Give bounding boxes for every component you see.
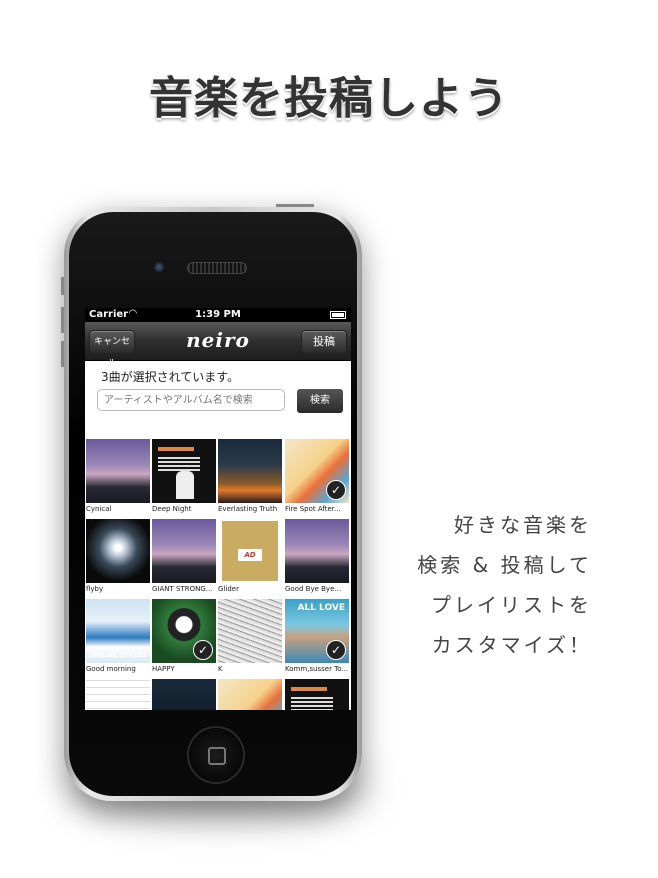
nav-bar: キャンセル neiro 投稿 (85, 322, 351, 369)
album-cell[interactable]: flyby (86, 519, 150, 596)
album-cell[interactable]: SPECIAL OTHERS Good morning (86, 599, 150, 676)
album-art (86, 519, 150, 583)
album-title: Cynical (86, 505, 112, 513)
album-art (218, 599, 282, 663)
album-cell[interactable] (218, 679, 282, 710)
post-button[interactable]: 投稿 (301, 330, 347, 354)
camera-icon (153, 261, 165, 273)
selection-count-text: 3曲が選択されています。 (101, 370, 240, 384)
tagline-line-2: 検索 & 投稿して (417, 553, 592, 577)
album-title: Glider (218, 585, 239, 593)
album-title: Everlasting Truth (218, 505, 278, 513)
album-art: SPECIAL OTHERS (86, 599, 150, 663)
phone-frame: Carrier ◠ 1:39 PM キャンセル neiro 投稿 3曲が選択され… (61, 204, 362, 801)
tagline-line-4: カスタマイズ！ (431, 633, 592, 657)
album-cell[interactable]: Cynical (86, 439, 150, 516)
album-art-text: AD (238, 549, 262, 561)
phone-face: Carrier ◠ 1:39 PM キャンセル neiro 投稿 3曲が選択され… (69, 212, 357, 796)
tagline: 好きな音楽を 検索 & 投稿して プレイリストを カスタマイズ！ (412, 505, 592, 665)
tagline-line-1: 好きな音楽を (454, 513, 592, 537)
checkmark-icon: ✓ (326, 640, 346, 660)
album-art (285, 679, 349, 710)
album-title: GIANT STRONG... (152, 585, 213, 593)
album-cell[interactable]: AD Glider (218, 519, 282, 596)
album-art (86, 679, 150, 710)
album-cell[interactable]: Deep Night (152, 439, 216, 516)
album-title: flyby (86, 585, 104, 593)
album-title: Good Bye Bye... (285, 585, 342, 593)
mute-switch (61, 277, 64, 295)
status-time: 1:39 PM (195, 309, 241, 320)
tagline-line-3: プレイリストを (431, 593, 592, 617)
speaker-grille (187, 262, 247, 274)
album-art-text: ALL LOVE (297, 603, 345, 613)
checkmark-icon: ✓ (326, 480, 346, 500)
album-art (285, 519, 349, 583)
album-cell[interactable] (86, 679, 150, 710)
album-art (218, 439, 282, 503)
search-button[interactable]: 検索 (297, 389, 343, 413)
headline: 音楽を投稿しよう (149, 73, 509, 124)
app-screen: Carrier ◠ 1:39 PM キャンセル neiro 投稿 3曲が選択され… (85, 308, 351, 710)
album-art: ✓ (152, 599, 216, 663)
checkmark-icon: ✓ (193, 640, 213, 660)
album-art (152, 519, 216, 583)
album-art (218, 679, 282, 710)
status-bar: Carrier ◠ 1:39 PM (85, 308, 351, 322)
album-cell[interactable]: K (218, 599, 282, 676)
album-art (152, 679, 216, 710)
album-cell[interactable]: Everlasting Truth (218, 439, 282, 516)
power-button (276, 204, 314, 207)
album-cell[interactable]: GIANT STRONG... (152, 519, 216, 596)
album-art-text: SPECIAL OTHERS (89, 652, 147, 659)
volume-down-button (61, 341, 64, 367)
album-cell[interactable]: ALL LOVE ✓ Komm,susser To... (285, 599, 349, 676)
album-title: HAPPY (152, 665, 175, 673)
album-cell[interactable] (285, 679, 349, 710)
album-title: Komm,susser To... (285, 665, 349, 673)
album-cell[interactable]: ✓ Fire Spot After... (285, 439, 349, 516)
home-button[interactable] (187, 726, 245, 784)
album-art: ✓ (285, 439, 349, 503)
battery-icon (330, 311, 346, 319)
album-title: K (218, 665, 223, 673)
volume-up-button (61, 307, 64, 333)
home-square-icon (208, 747, 226, 765)
album-title: Good morning (86, 665, 136, 673)
album-cell[interactable] (152, 679, 216, 710)
search-input[interactable] (97, 389, 285, 411)
album-art (152, 439, 216, 503)
album-art (86, 439, 150, 503)
album-cell[interactable]: Good Bye Bye... (285, 519, 349, 596)
album-art: AD (218, 519, 282, 583)
album-title: Fire Spot After... (285, 505, 341, 513)
album-title: Deep Night (152, 505, 192, 513)
album-cell[interactable]: ✓ HAPPY (152, 599, 216, 676)
album-art: ALL LOVE ✓ (285, 599, 349, 663)
